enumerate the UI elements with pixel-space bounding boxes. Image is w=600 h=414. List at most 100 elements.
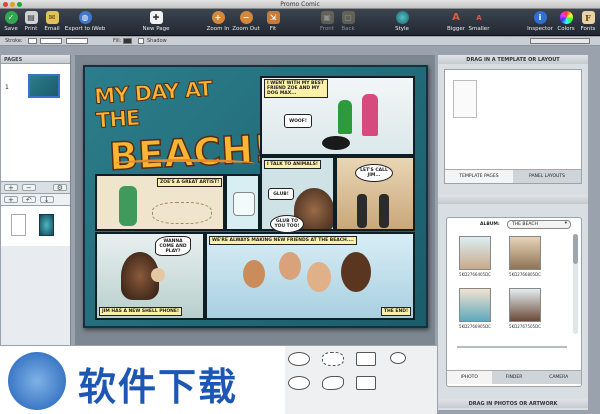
caption-new-friends: WE'RE ALWAYS MAKING NEW FRIENDS AT THE B… <box>209 236 357 245</box>
shout-balloon-shape[interactable] <box>322 376 344 390</box>
style-button[interactable]: Style <box>382 11 422 32</box>
back-button[interactable]: ▢ Back <box>328 11 368 32</box>
photo-thumb[interactable] <box>459 236 491 270</box>
smaller-text-icon: A <box>476 13 482 22</box>
friend-face <box>279 252 301 280</box>
child-figure <box>362 94 378 136</box>
photo-caption: 5KD2766405DC <box>459 272 491 277</box>
silhouette-figure <box>357 194 367 228</box>
export-iweb-button[interactable]: ◍ Export to iWeb <box>65 11 105 32</box>
fonts-button[interactable]: F Fonts <box>568 11 600 32</box>
photo-caption: 5KD2766905DC <box>459 324 491 329</box>
stroke-color-well[interactable] <box>28 38 37 44</box>
globe-icon: ◍ <box>78 11 92 24</box>
caption-box-shape[interactable] <box>356 352 376 366</box>
title-bar: Promo Comic <box>0 0 600 9</box>
template-tabs: TEMPLATE PAGES PANEL LAYOUTS <box>445 169 581 183</box>
stroke-width-select[interactable] <box>40 38 62 44</box>
album-select[interactable]: THE BEACH ▾ <box>507 220 571 229</box>
down-arrow-icon[interactable]: ↓ <box>39 196 54 204</box>
child-figure <box>338 100 352 134</box>
smaller-button[interactable]: A Smaller <box>459 11 499 33</box>
photo-thumb[interactable] <box>509 288 541 322</box>
small-balloon-shape[interactable] <box>390 352 406 364</box>
caption-talk-animals: I TALK TO ANIMALS! <box>264 160 321 169</box>
splitter[interactable] <box>438 195 588 204</box>
blank-layout-thumb[interactable] <box>11 214 26 236</box>
scroll-thumb[interactable] <box>573 234 578 264</box>
album-select-value: THE BEACH <box>512 222 538 227</box>
dog-figure <box>322 136 350 150</box>
tab-camera[interactable]: CAMERA <box>536 371 582 384</box>
friend-face <box>307 262 331 292</box>
sand-drawing <box>152 202 212 224</box>
media-browser: ALBUM: THE BEACH ▾ 5KD2766405DC 5KD27668… <box>446 217 582 387</box>
fit-icon: ⇲ <box>266 11 280 24</box>
new-page-icon: ✚ <box>149 11 163 24</box>
envelope-icon: ✉ <box>45 11 59 24</box>
media-scrollbar[interactable] <box>573 234 578 334</box>
friend-face <box>341 252 371 292</box>
photo-thumb[interactable] <box>459 288 491 322</box>
fishbowl-figure <box>233 192 255 216</box>
caption-the-end: THE END! <box>380 307 411 316</box>
page-actions-gear-icon[interactable]: ⚙ <box>52 184 67 192</box>
thought-balloon-shape[interactable] <box>322 352 344 366</box>
add-layout-button[interactable]: + <box>4 196 18 204</box>
caption-best-friend: I WENT WITH MY BEST FRIEND ZOE AND MY DO… <box>264 79 328 98</box>
undo-icon[interactable]: ↶ <box>21 196 36 204</box>
caption-great-artist: ZOE'S A GREAT ARTIST! <box>157 178 223 187</box>
panel-new-friends[interactable]: WE'RE ALWAYS MAKING NEW FRIENDS AT THE B… <box>205 232 415 320</box>
panel-shell-phone[interactable]: WANNA COME AND PLAY? JIM HAS A NEW SHELL… <box>95 232 205 320</box>
speech-balloon-shape[interactable] <box>288 376 310 390</box>
thumb-size-slider[interactable] <box>457 346 567 348</box>
remove-page-button[interactable]: − <box>21 184 36 192</box>
alignment-controls[interactable] <box>530 38 590 44</box>
bubble-glub-too: GLUB TO YOU TOO! <box>270 215 304 233</box>
templates-header: DRAG IN A TEMPLATE OR LAYOUT <box>438 55 588 64</box>
caption-box-shape[interactable] <box>356 376 376 390</box>
shadow-checkbox[interactable] <box>138 38 144 44</box>
panel-friend-dog[interactable]: I WENT WITH MY BEST FRIEND ZOE AND MY DO… <box>260 76 415 156</box>
shell-figure <box>151 268 165 282</box>
layout-list <box>1 206 70 246</box>
watermark-text: 软件下载 <box>78 365 239 409</box>
template-area: TEMPLATE PAGES PANEL LAYOUTS <box>444 69 582 184</box>
stroke-label: Stroke: <box>5 38 23 44</box>
panel-artist[interactable]: ZOE'S A GREAT ARTIST! <box>95 174 225 231</box>
tab-iphoto[interactable]: IPHOTO <box>447 371 492 384</box>
window-title: Promo Comic <box>280 1 320 8</box>
right-panel: DRAG IN A TEMPLATE OR LAYOUT TEMPLATE PA… <box>438 55 588 410</box>
send-back-icon: ▢ <box>341 11 355 24</box>
style-orb-icon <box>395 11 409 24</box>
speech-balloon-shape[interactable] <box>288 352 310 366</box>
chevron-down-icon: ▾ <box>564 221 567 226</box>
stroke-style-select[interactable] <box>66 38 88 44</box>
bubble-woof: WOOF! <box>284 114 312 128</box>
fonts-icon: F <box>581 11 595 24</box>
tab-template-pages[interactable]: TEMPLATE PAGES <box>445 170 513 183</box>
comic-title-line1: MY DAY AT THE <box>93 76 213 133</box>
silhouette-figure <box>379 194 389 228</box>
new-page-button[interactable]: ✚ New Page <box>136 11 176 32</box>
teal-layout-thumb[interactable] <box>39 214 54 236</box>
fill-label: Fill: <box>113 38 122 44</box>
bubble-glub: GLUB! <box>268 188 294 200</box>
page-thumbnail[interactable] <box>28 74 60 98</box>
add-page-button[interactable]: + <box>4 184 18 192</box>
info-icon: i <box>533 11 547 24</box>
fill-color-well[interactable] <box>123 38 132 44</box>
layout-controls: + ↶ ↓ <box>1 194 70 206</box>
fit-button[interactable]: ⇲ Fit <box>253 11 293 32</box>
tab-panel-layouts[interactable]: PANEL LAYOUTS <box>513 170 581 183</box>
comic-page[interactable]: MY DAY AT THE BEACH! I WENT WITH MY BEST… <box>83 65 428 328</box>
pages-panel: PAGES 1 + − ⚙ + ↶ ↓ <box>1 55 71 345</box>
template-thumb[interactable] <box>453 80 477 118</box>
girl-figure <box>119 186 137 226</box>
format-bar: Stroke: Fill: Shadow <box>0 37 600 46</box>
tab-finder[interactable]: FINDER <box>491 371 537 384</box>
panel-sunset[interactable]: LET'S CALL JIM... <box>335 156 415 231</box>
title-wave-decoration <box>115 159 255 168</box>
photo-thumb[interactable] <box>509 236 541 270</box>
panel-fishbowl[interactable] <box>225 174 260 231</box>
